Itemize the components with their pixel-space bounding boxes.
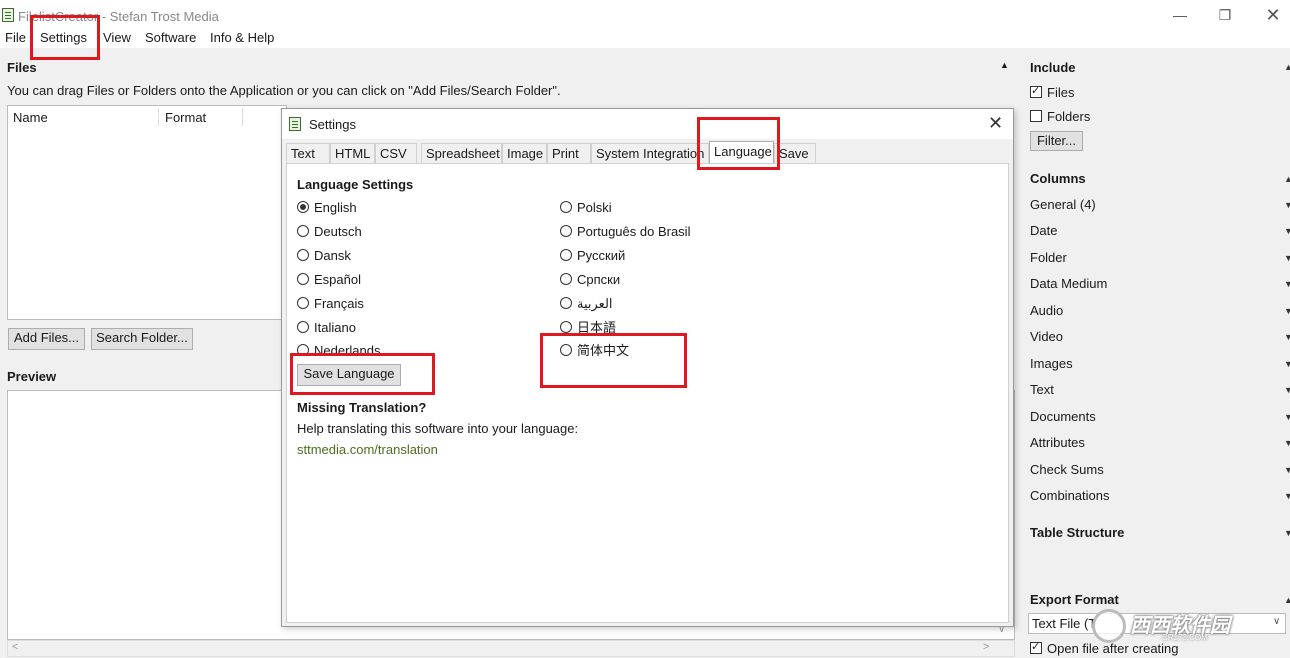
- tab-text[interactable]: Text: [286, 143, 330, 163]
- missing-translation-title: Missing Translation?: [297, 400, 427, 415]
- horizontal-scrollbar[interactable]: < >: [7, 640, 1015, 657]
- title-bar: FilelistCreator - Stefan Trost Media — ❐…: [0, 0, 1290, 30]
- search-folder-button[interactable]: Search Folder...: [91, 328, 193, 350]
- dialog-app-icon: [289, 117, 301, 131]
- files-hint: You can drag Files or Folders onto the A…: [7, 83, 561, 98]
- tab-image[interactable]: Image: [502, 143, 547, 163]
- minimize-icon[interactable]: —: [1170, 6, 1190, 24]
- column-group-data-medium[interactable]: Data Medium: [1030, 276, 1107, 291]
- radio-button[interactable]: [297, 201, 309, 213]
- missing-translation-text: Help translating this software into your…: [297, 421, 579, 436]
- tab-csv[interactable]: CSV: [375, 143, 417, 163]
- export-format-value: Text File (T: [1032, 616, 1097, 631]
- watermark-logo: 西西软件园 CR173.COM: [1092, 605, 1272, 645]
- highlight-chinese-option: [540, 333, 687, 388]
- collapse-columns-icon[interactable]: ▲: [1284, 174, 1290, 184]
- filter-button[interactable]: Filter...: [1030, 131, 1083, 151]
- chevron-down-icon[interactable]: ▼: [1284, 306, 1290, 316]
- highlight-save-language: [290, 353, 435, 395]
- tab-system-integration[interactable]: System Integration: [591, 143, 709, 163]
- column-group-video[interactable]: Video: [1030, 329, 1063, 344]
- column-divider: [158, 108, 159, 126]
- radio-button[interactable]: [297, 321, 309, 333]
- collapse-include-icon[interactable]: ▲: [1284, 62, 1290, 72]
- column-header-name[interactable]: Name: [13, 110, 48, 125]
- chevron-down-icon[interactable]: ▼: [1284, 385, 1290, 395]
- radio-button[interactable]: [560, 273, 572, 285]
- files-list[interactable]: Name Format: [7, 105, 287, 320]
- radio-button[interactable]: [297, 225, 309, 237]
- chevron-down-icon[interactable]: ▼: [1284, 528, 1290, 538]
- preview-title: Preview: [7, 369, 57, 384]
- menu-view[interactable]: View: [103, 30, 131, 46]
- chevron-down-icon[interactable]: ∨: [1273, 616, 1280, 627]
- include-folders-label: Folders: [1047, 109, 1091, 124]
- radio-button[interactable]: [560, 225, 572, 237]
- radio-button[interactable]: [560, 297, 572, 309]
- radio-button[interactable]: [560, 321, 572, 333]
- add-files-button[interactable]: Add Files...: [8, 328, 85, 350]
- scroll-right-icon[interactable]: >: [983, 641, 989, 653]
- tab-spreadsheet[interactable]: Spreadsheet: [421, 143, 502, 163]
- dialog-title: Settings: [309, 117, 356, 132]
- open-after-checkbox[interactable]: [1030, 640, 1042, 654]
- chevron-down-icon[interactable]: ▼: [1284, 465, 1290, 475]
- column-group-audio[interactable]: Audio: [1030, 303, 1063, 318]
- files-title: Files: [7, 60, 37, 75]
- radio-button[interactable]: [297, 273, 309, 285]
- chevron-down-icon[interactable]: ▼: [1284, 359, 1290, 369]
- chevron-down-icon[interactable]: ▼: [1284, 332, 1290, 342]
- tab-save[interactable]: Save: [774, 143, 816, 163]
- chevron-down-icon[interactable]: ▼: [1284, 412, 1290, 422]
- highlight-settings-menu: [30, 15, 100, 60]
- collapse-files-icon[interactable]: ▲: [1000, 60, 1009, 70]
- menu-file[interactable]: File: [5, 30, 26, 46]
- menu-software[interactable]: Software: [145, 30, 196, 46]
- column-group-date[interactable]: Date: [1030, 223, 1057, 238]
- chevron-down-icon[interactable]: ▼: [1284, 279, 1290, 289]
- column-header-format[interactable]: Format: [165, 110, 206, 125]
- chevron-down-icon[interactable]: ▼: [1284, 253, 1290, 263]
- column-group-check-sums[interactable]: Check Sums: [1030, 462, 1104, 477]
- column-group-documents[interactable]: Documents: [1030, 409, 1096, 424]
- column-group-general[interactable]: General (4): [1030, 197, 1096, 212]
- chevron-down-icon[interactable]: ▼: [1284, 226, 1290, 236]
- translation-link[interactable]: sttmedia.com/translation: [297, 442, 438, 457]
- scroll-left-icon[interactable]: <: [12, 641, 18, 653]
- tab-print[interactable]: Print: [547, 143, 591, 163]
- app-icon: [2, 8, 14, 22]
- table-structure-title: Table Structure: [1030, 525, 1125, 540]
- radio-button[interactable]: [297, 249, 309, 261]
- highlight-language-tab: [697, 117, 780, 170]
- column-group-images[interactable]: Images: [1030, 356, 1073, 371]
- collapse-export-icon[interactable]: ▲: [1284, 595, 1290, 605]
- close-icon[interactable]: ✕: [1263, 6, 1283, 24]
- include-folders-checkbox[interactable]: [1030, 110, 1042, 122]
- radio-button[interactable]: [297, 297, 309, 309]
- column-divider: [242, 108, 243, 126]
- menu-info-help[interactable]: Info & Help: [210, 30, 274, 46]
- chevron-down-icon[interactable]: ▼: [1284, 438, 1290, 448]
- columns-title: Columns: [1030, 171, 1086, 186]
- language-settings-title: Language Settings: [297, 177, 414, 192]
- dialog-title-bar: Settings ✕: [282, 109, 1013, 139]
- include-files-checkbox[interactable]: [1030, 84, 1042, 98]
- column-group-combinations[interactable]: Combinations: [1030, 488, 1110, 503]
- chevron-down-icon[interactable]: ▼: [1284, 491, 1290, 501]
- include-title: Include: [1030, 60, 1076, 75]
- menu-bar: File Settings View Software Info & Help: [0, 30, 1290, 48]
- tab-bar: Text HTML CSV Spreadsheet Image Print Sy…: [286, 141, 1009, 164]
- dialog-close-icon[interactable]: ✕: [988, 113, 1003, 134]
- include-files-label: Files: [1047, 85, 1075, 100]
- tab-html[interactable]: HTML: [330, 143, 375, 163]
- column-group-attributes[interactable]: Attributes: [1030, 435, 1085, 450]
- watermark-sub: CR173.COM: [1162, 633, 1208, 642]
- radio-button[interactable]: [560, 201, 572, 213]
- column-group-text[interactable]: Text: [1030, 382, 1054, 397]
- chevron-down-icon[interactable]: ▼: [1284, 200, 1290, 210]
- restore-icon[interactable]: ❐: [1215, 6, 1235, 24]
- radio-button[interactable]: [560, 249, 572, 261]
- column-group-folder[interactable]: Folder: [1030, 250, 1067, 265]
